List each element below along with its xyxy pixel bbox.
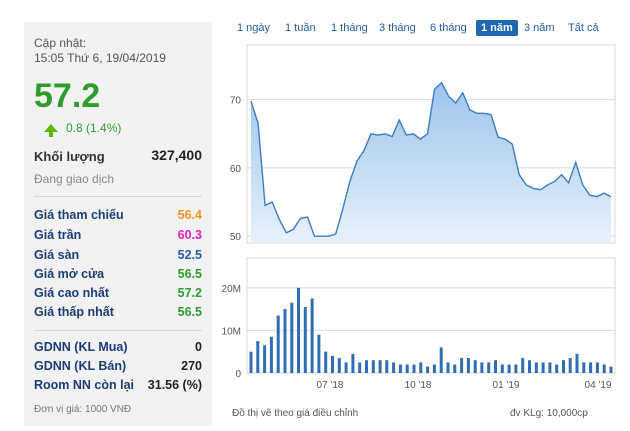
volume-bar [269, 336, 273, 373]
volume-bar [466, 358, 470, 373]
volume-bar [398, 364, 402, 373]
price-area-fill [251, 82, 611, 243]
volume-bar [371, 360, 375, 373]
volume-bar [494, 360, 497, 373]
volume-bar [337, 358, 341, 373]
volume-bar [541, 362, 545, 373]
volume-bar [453, 364, 457, 373]
volume-plot-frame [246, 257, 616, 374]
volume-bar [480, 362, 484, 373]
volume-bar [392, 362, 396, 373]
volume-bar [378, 360, 382, 373]
x-tick-label: 10 '18 [405, 380, 432, 391]
volume-bar [405, 364, 409, 373]
volume-bar [460, 358, 464, 373]
volume-bar [317, 334, 321, 373]
volume-bar [283, 309, 287, 373]
volume-bar [528, 360, 531, 373]
volume-bar [446, 362, 450, 373]
volume-bar [548, 362, 552, 373]
volume-bar [303, 307, 307, 373]
volume-tick-label: 10M [222, 326, 241, 337]
volume-tick-label: 20M [222, 284, 241, 295]
volume-bar [521, 358, 525, 373]
volume-bar [432, 364, 436, 373]
volume-bar [514, 364, 518, 373]
volume-bar [575, 353, 579, 373]
volume-bar [507, 364, 511, 373]
volume-bar [365, 360, 368, 373]
price-volume-chart: 70 60 50 20M 10M 0 07 '18 10 '18 01 '19 04 '19 [222, 44, 616, 391]
volume-bar [562, 360, 565, 373]
volume-bar [344, 362, 348, 373]
volume-bar [256, 341, 260, 373]
volume-unit-note: đv KLg: 10,000cp [510, 408, 588, 419]
volume-bar [568, 358, 572, 373]
volume-bar [358, 362, 362, 373]
volume-bar [331, 356, 334, 373]
volume-bar [276, 315, 280, 373]
volume-bar [609, 366, 613, 373]
volume-bar [582, 362, 586, 373]
volume-bar [500, 364, 504, 373]
volume-bar [412, 364, 416, 373]
volume-bar [589, 362, 593, 373]
volume-bar [351, 353, 355, 373]
volume-bar [555, 364, 559, 373]
price-tick-label: 70 [230, 96, 242, 107]
chart-footnote: Đồ thị vẽ theo giá điều chỉnh [232, 408, 359, 419]
volume-tick-label: 0 [235, 369, 241, 380]
volume-bar [473, 360, 477, 373]
volume-bar [439, 347, 443, 373]
volume-bar [263, 345, 267, 373]
price-tick-label: 60 [230, 164, 242, 175]
volume-bar [249, 351, 253, 373]
volume-bar [595, 362, 599, 373]
volume-bar [310, 298, 314, 373]
volume-bar [487, 362, 491, 373]
volume-bar [324, 351, 328, 373]
volume-bar [385, 360, 389, 373]
price-tick-label: 50 [230, 232, 242, 243]
volume-bar [602, 364, 606, 373]
volume-bar [426, 366, 430, 373]
volume-bar [290, 302, 294, 373]
x-tick-label: 04 '19 [585, 380, 612, 391]
volume-bar [419, 362, 423, 373]
x-tick-label: 07 '18 [317, 380, 344, 391]
volume-bar [297, 287, 300, 373]
volume-bar [534, 362, 538, 373]
x-tick-label: 01 '19 [493, 380, 520, 391]
